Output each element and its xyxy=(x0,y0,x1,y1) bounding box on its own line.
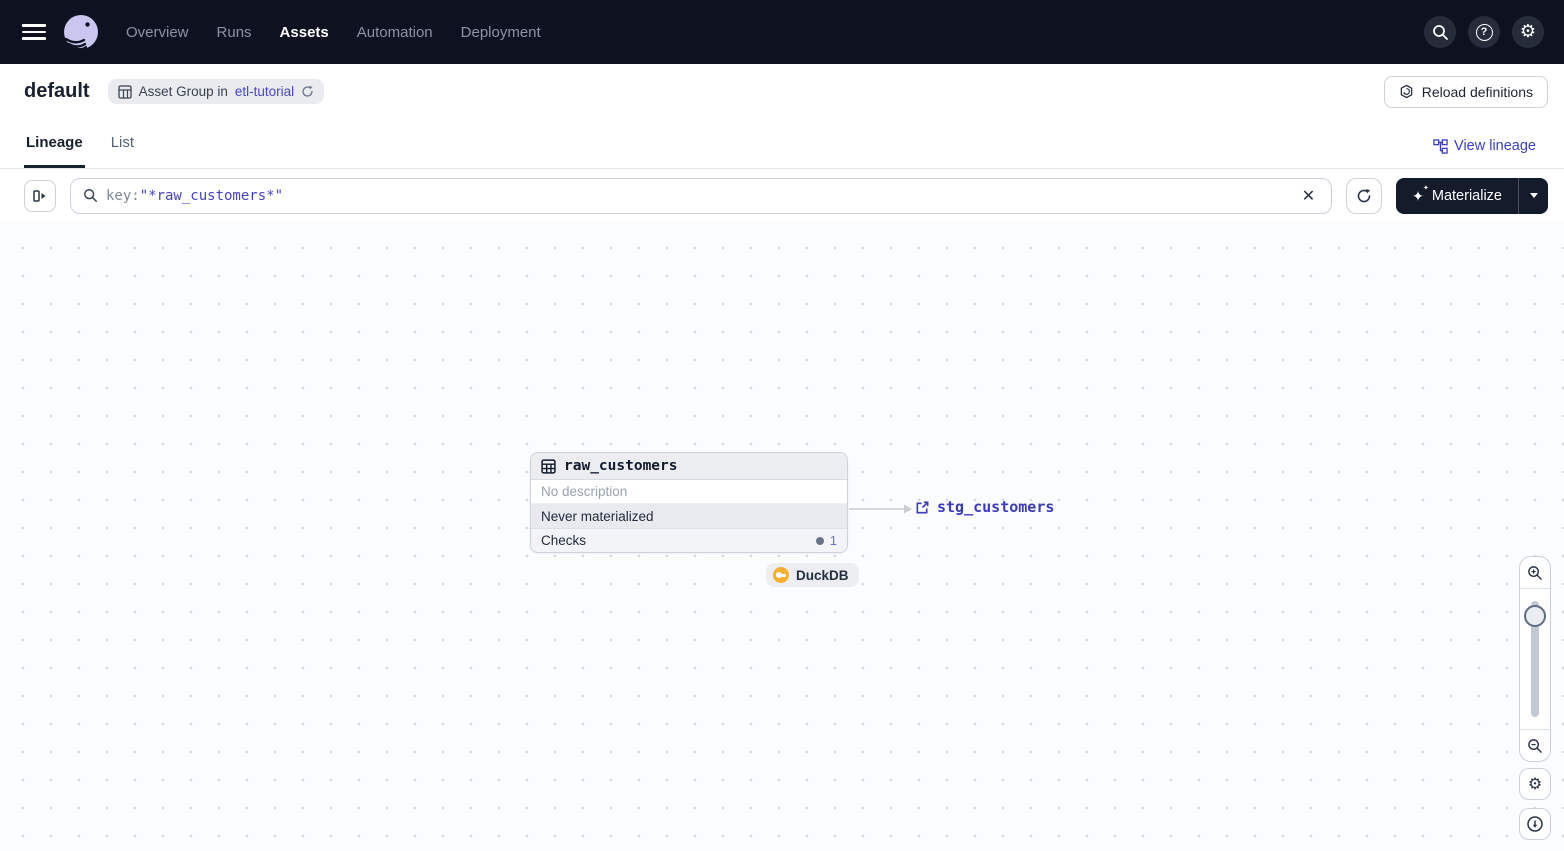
toggle-sidebar-button[interactable] xyxy=(24,179,56,212)
checks-label: Checks xyxy=(541,533,587,548)
asset-checks-row: Checks 1 xyxy=(531,529,847,552)
zoom-in-button[interactable] xyxy=(1520,557,1550,589)
reload-icon xyxy=(1399,84,1414,99)
asset-group-badge-text: Asset Group in xyxy=(138,84,228,99)
zoom-out-icon xyxy=(1527,738,1543,754)
lineage-graph-icon xyxy=(1433,138,1448,154)
nav-item-assets[interactable]: Assets xyxy=(280,24,329,41)
help-icon: ? xyxy=(1475,23,1493,41)
checks-count: 1 xyxy=(829,533,837,548)
filter-value-token: "*raw_customers*" xyxy=(139,187,284,204)
page-header: default Asset Group in etl-tutorial Relo… xyxy=(0,64,1564,119)
hamburger-menu-icon[interactable] xyxy=(22,20,46,44)
asset-status: Never materialized xyxy=(531,504,847,529)
zoom-in-icon xyxy=(1527,565,1543,581)
primary-nav: Overview Runs Assets Automation Deployme… xyxy=(126,24,541,41)
materialize-options-button[interactable] xyxy=(1518,177,1548,214)
kind-badge-duckdb[interactable]: DuckDB xyxy=(766,563,859,587)
zoom-out-button[interactable] xyxy=(1520,729,1550,761)
filter-key-token: key: xyxy=(106,187,140,204)
duckdb-icon xyxy=(773,567,789,583)
tab-lineage[interactable]: Lineage xyxy=(24,122,85,168)
table-icon xyxy=(117,84,132,99)
materialize-split-button: ✦ ✦ Materialize xyxy=(1396,177,1548,214)
asset-description: No description xyxy=(531,480,847,504)
code-location-link[interactable]: etl-tutorial xyxy=(235,84,294,99)
chevron-down-icon xyxy=(1529,193,1538,198)
nav-item-runs[interactable]: Runs xyxy=(217,24,252,41)
materialize-label: Materialize xyxy=(1431,187,1502,204)
refresh-graph-button[interactable] xyxy=(1346,177,1383,214)
top-navigation: Overview Runs Assets Automation Deployme… xyxy=(0,0,1564,64)
zoom-slider[interactable] xyxy=(1520,589,1550,729)
asset-filter-input[interactable]: key:"*raw_customers*" ✕ xyxy=(70,177,1333,214)
settings-button[interactable]: ⚙ xyxy=(1512,16,1544,48)
view-lineage-link[interactable]: View lineage xyxy=(1433,138,1536,154)
tabs-row: Lineage List View lineage xyxy=(0,119,1564,169)
nav-item-deployment[interactable]: Deployment xyxy=(461,24,541,41)
downstream-asset-label: stg_customers xyxy=(937,498,1055,516)
view-lineage-label: View lineage xyxy=(1454,138,1536,154)
recenter-icon xyxy=(1526,815,1544,833)
nav-item-automation[interactable]: Automation xyxy=(357,24,433,41)
page-title: default xyxy=(24,80,90,102)
asset-node-header: raw_customers xyxy=(531,453,847,480)
help-button[interactable]: ? xyxy=(1468,16,1500,48)
sparkle-icon: ✦ ✦ xyxy=(1412,184,1429,204)
asset-name: raw_customers xyxy=(564,458,678,474)
check-status-dot xyxy=(815,536,824,545)
gear-icon: ⚙ xyxy=(1519,21,1537,42)
reload-definitions-label: Reload definitions xyxy=(1421,83,1533,100)
reload-definitions-button[interactable]: Reload definitions xyxy=(1383,75,1548,108)
search-icon xyxy=(1432,24,1449,41)
zoom-control-panel xyxy=(1519,556,1551,762)
external-link-icon xyxy=(915,500,930,515)
gear-icon: ⚙ xyxy=(1527,774,1543,793)
panel-expand-icon xyxy=(32,188,48,204)
asset-group-badge: Asset Group in etl-tutorial xyxy=(107,79,325,104)
nav-item-overview[interactable]: Overview xyxy=(126,24,189,41)
table-icon xyxy=(541,458,556,474)
search-icon xyxy=(83,188,98,203)
graph-settings-button[interactable]: ⚙ xyxy=(1519,768,1551,800)
kind-badge-label: DuckDB xyxy=(796,567,849,583)
zoom-slider-handle[interactable] xyxy=(1524,605,1546,627)
clear-filter-icon[interactable]: ✕ xyxy=(1298,184,1319,208)
recenter-view-button[interactable] xyxy=(1519,808,1551,840)
tab-list[interactable]: List xyxy=(109,122,136,168)
sync-icon[interactable] xyxy=(301,85,314,98)
lineage-canvas[interactable]: raw_customers No description Never mater… xyxy=(0,222,1564,851)
dagster-logo[interactable] xyxy=(62,13,100,51)
lineage-toolbar: key:"*raw_customers*" ✕ ✦ ✦ Materialize xyxy=(0,169,1564,222)
materialize-button[interactable]: ✦ ✦ Materialize xyxy=(1396,178,1518,214)
asset-node-raw-customers[interactable]: raw_customers No description Never mater… xyxy=(530,452,848,553)
downstream-asset-stg-customers[interactable]: stg_customers xyxy=(915,498,1054,516)
refresh-icon xyxy=(1356,188,1372,204)
search-button[interactable] xyxy=(1424,16,1456,48)
